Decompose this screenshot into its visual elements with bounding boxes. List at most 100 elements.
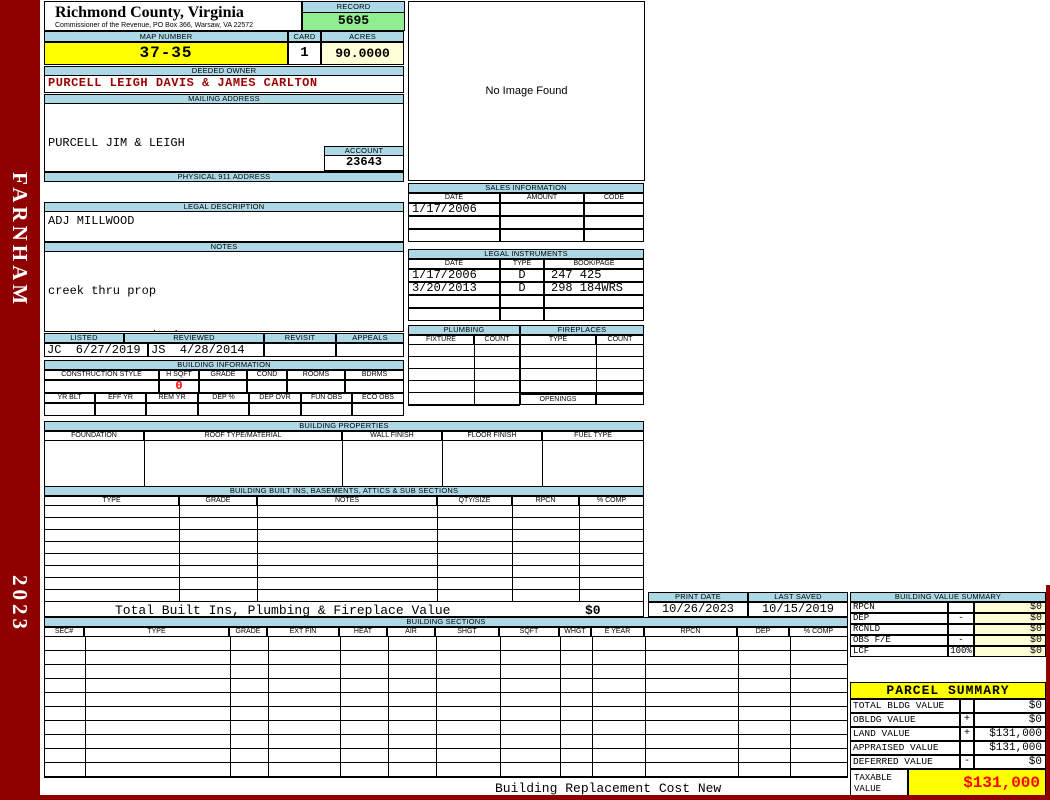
hsqft-value: 0: [159, 380, 199, 393]
print-date-value: 10/26/2023: [648, 602, 748, 617]
instr-col-type: TYPE: [500, 259, 544, 269]
col-eff-yr: EFF YR: [95, 393, 146, 403]
total-built-ins-label: Total Built Ins, Plumbing & Fireplace Va…: [115, 603, 451, 617]
sale-amount: [500, 203, 584, 216]
table-row: DEFERRED VALUE - $0: [850, 755, 1046, 769]
taxable-value-row: TAXABLE VALUE $131,000: [850, 769, 1046, 797]
table-row: [408, 295, 644, 308]
empty-cell: [500, 216, 584, 229]
col-ext-fin: EXT FIN: [267, 627, 339, 637]
empty-cell: [345, 380, 404, 393]
col-yr-blt: YR BLT: [44, 393, 95, 403]
parcel-value: $0: [974, 699, 1046, 713]
table-row: OBS F/E - $0: [850, 635, 1046, 646]
fireplaces-col-count: COUNT: [596, 335, 644, 345]
sales-col-date: DATE: [408, 193, 500, 203]
col-fuel-type: FUEL TYPE: [542, 431, 644, 441]
taxable-value-label: TAXABLE VALUE: [850, 769, 908, 797]
plumbing-column-headers: FIXTURE COUNT: [408, 335, 520, 345]
last-saved-header: LAST SAVED: [748, 592, 848, 602]
card-value: 1: [288, 42, 321, 65]
col-air: AIR: [387, 627, 435, 637]
built-ins-header: BUILDING BUILT INS, BASEMENTS, ATTICS & …: [44, 486, 644, 496]
fireplaces-col-type: TYPE: [520, 335, 596, 345]
parcel-summary-section: PARCEL SUMMARY TOTAL BLDG VALUE $0 OBLDG…: [850, 682, 1046, 797]
parcel-label: LAND VALUE: [850, 727, 960, 741]
sale-date: 1/17/2006: [408, 203, 500, 216]
card-header: CARD: [288, 31, 321, 42]
property-image-box: No Image Found: [408, 1, 645, 181]
legal-instruments-section: LEGAL INSTRUMENTS DATE TYPE BOOK/PAGE 1/…: [408, 249, 644, 321]
col-wall-finish: WALL FINISH: [342, 431, 442, 441]
empty-cell: [584, 216, 644, 229]
total-built-ins-row: Total Built Ins, Plumbing & Fireplace Va…: [44, 601, 644, 617]
property-record-card: FARNHAM 2023 Richmond County, Virginia C…: [0, 0, 1050, 800]
empty-cell: [408, 216, 500, 229]
empty-cell: [584, 229, 644, 242]
building-properties-columns: FOUNDATION ROOF TYPE/MATERIAL WALL FINIS…: [44, 431, 644, 441]
parcel-op: [960, 699, 974, 713]
building-sections-columns: SEC# TYPE GRADE EXT FIN HEAT AIR SHGT SQ…: [44, 627, 848, 637]
bvs-value: $0: [974, 613, 1046, 624]
instr-bookpage: 298 184WRS: [544, 282, 644, 295]
col-notes: NOTES: [257, 496, 437, 506]
col-qty-size: QTY/SIZE: [437, 496, 512, 506]
building-information-section: BUILDING INFORMATION CONSTRUCTION STYLE …: [44, 360, 404, 416]
empty-cell: [199, 380, 247, 393]
column-divider: [596, 345, 597, 393]
instr-type: D: [500, 269, 544, 282]
col-rpcn: RPCN: [644, 627, 737, 637]
notes-box: creek thru prop PER HEARING 12/30/10: NO…: [44, 252, 404, 332]
instr-type: D: [500, 282, 544, 295]
building-info-columns-1: CONSTRUCTION STYLE H SQFT GRADE COND ROO…: [44, 370, 404, 380]
building-sections-rows: [44, 637, 848, 778]
map-number-value: 37-35: [44, 42, 288, 65]
bvs-value: $0: [974, 624, 1046, 635]
plumbing-col-fixture: FIXTURE: [408, 335, 474, 345]
column-divider: [340, 637, 341, 777]
footer-note: Building Replacement Cost New: [495, 781, 722, 796]
column-divider: [342, 441, 343, 486]
col-floor-finish: FLOOR FINISH: [442, 431, 542, 441]
building-info-values-2: [44, 403, 404, 416]
col-dep-ovr: DEP OVR: [249, 393, 301, 403]
col-eco-obs: ECO OBS: [352, 393, 404, 403]
table-row: [408, 229, 644, 242]
empty-cell: [544, 295, 644, 308]
bottom-border: [0, 795, 1050, 800]
col-heat: HEAT: [339, 627, 387, 637]
parcel-label: OBLDG VALUE: [850, 713, 960, 727]
right-border: [1046, 585, 1050, 800]
built-ins-section: BUILDING BUILT INS, BASEMENTS, ATTICS & …: [44, 486, 644, 603]
col-grade: GRADE: [229, 627, 267, 637]
col-bdrms: BDRMS: [345, 370, 404, 380]
col-fun-obs: FUN OBS: [301, 393, 352, 403]
built-ins-rows: [44, 506, 644, 603]
empty-cell: [301, 403, 352, 416]
empty-cell: [44, 403, 95, 416]
building-sections-header: BUILDING SECTIONS: [44, 617, 848, 627]
empty-cell: [596, 394, 644, 405]
column-divider: [500, 637, 501, 777]
column-divider: [592, 637, 593, 777]
print-info-section: PRINT DATE LAST SAVED 10/26/2023 10/15/2…: [648, 592, 848, 617]
fireplaces-rows: [520, 345, 644, 394]
no-image-text: No Image Found: [485, 85, 568, 97]
openings-label: OPENINGS: [520, 394, 596, 405]
taxable-value-amount: $131,000: [908, 769, 1046, 797]
legal-instruments-header: LEGAL INSTRUMENTS: [408, 249, 644, 259]
building-properties-section: BUILDING PROPERTIES FOUNDATION ROOF TYPE…: [44, 421, 644, 487]
empty-cell: [247, 380, 287, 393]
table-row: TOTAL BLDG VALUE $0: [850, 699, 1046, 713]
table-row: LAND VALUE + $131,000: [850, 727, 1046, 741]
print-info-headers: PRINT DATE LAST SAVED: [648, 592, 848, 602]
plumbing-section: PLUMBING FIXTURE COUNT: [408, 325, 520, 406]
account-value: 23643: [324, 156, 404, 171]
district-name: FARNHAM: [8, 172, 32, 309]
bvs-op: -: [948, 635, 974, 646]
table-row: LCF 100% $0: [850, 646, 1046, 657]
col-e-year: E YEAR: [591, 627, 644, 637]
column-divider: [442, 441, 443, 486]
bvs-value: $0: [974, 646, 1046, 657]
column-divider: [437, 506, 438, 602]
